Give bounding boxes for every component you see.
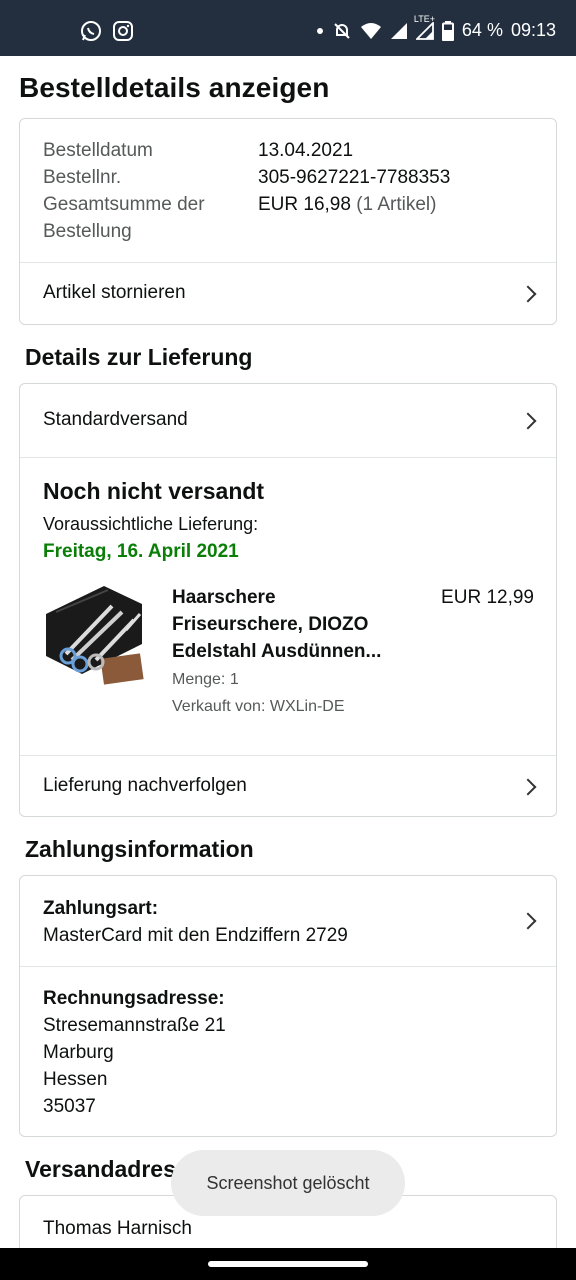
chevron-right-icon — [519, 912, 537, 930]
order-date-label: Bestelldatum — [43, 140, 153, 161]
order-summary-card: Bestelldatum 13.04.2021 Bestellnr. 305-9… — [19, 118, 557, 325]
order-number-value: 305-9627221-7788353 — [258, 167, 451, 188]
billing-address-row: Rechnungsadresse: Stresemannstraße 21 Ma… — [20, 966, 556, 1136]
payment-card: Zahlungsart: MasterCard mit den Endziffe… — [19, 875, 557, 1137]
billing-address-label: Rechnungsadresse: — [43, 988, 225, 1009]
order-number-label: Bestellnr. — [43, 167, 122, 188]
product-title[interactable]: Haarschere Friseurschere, DIOZO Edelstah… — [172, 584, 381, 665]
product-quantity: Menge: 1 — [172, 671, 239, 688]
shipping-method-row[interactable]: Standardversand — [20, 384, 556, 457]
payment-method-value: MasterCard mit den Endziffern 2729 — [43, 925, 348, 946]
shipping-method-label: Standardversand — [43, 409, 188, 430]
battery-icon — [441, 20, 454, 41]
product-image[interactable] — [42, 584, 148, 686]
product-price: EUR 12,99 — [441, 587, 534, 608]
order-details-page[interactable]: Bestelldetails anzeigen Bestelldatum 13.… — [0, 56, 576, 1248]
billing-city: Marburg — [43, 1042, 114, 1063]
payment-method-label: Zahlungsart: — [43, 898, 159, 919]
shipment-row: Noch nicht versandt Voraussichtliche Lie… — [20, 457, 556, 755]
cancel-items-row[interactable]: Artikel stornieren — [20, 262, 556, 324]
dot-icon — [316, 27, 324, 35]
order-info-row: Bestelldatum 13.04.2021 Bestellnr. 305-9… — [20, 119, 556, 262]
order-date-value: 13.04.2021 — [258, 140, 354, 161]
billing-state: Hessen — [43, 1069, 108, 1090]
system-status: LTE+ 64 % 09:13 — [316, 14, 556, 41]
payment-method-row[interactable]: Zahlungsart: MasterCard mit den Endziffe… — [20, 876, 556, 966]
lte-signal-icon: LTE+ — [414, 14, 435, 40]
shipment-status: Noch nicht versandt — [43, 478, 265, 504]
clock: 09:13 — [510, 20, 556, 40]
notification-icons — [80, 20, 134, 42]
payment-section-title: Zahlungsinformation — [25, 836, 254, 862]
delivery-card: Standardversand Noch nicht versandt Vora… — [19, 383, 557, 817]
track-delivery-row[interactable]: Lieferung nachverfolgen — [20, 755, 556, 816]
wifi-icon — [360, 22, 382, 40]
billing-address: Stresemannstraße 21 Marburg Hessen 35037 — [43, 1012, 226, 1120]
cancel-items-label: Artikel stornieren — [43, 282, 186, 303]
status-bar: LTE+ 64 % 09:13 — [0, 0, 576, 56]
delivery-section-title: Details zur Lieferung — [25, 344, 253, 370]
chevron-right-icon — [519, 778, 537, 796]
mute-icon — [332, 21, 352, 41]
shipping-name: Thomas Harnisch — [43, 1218, 192, 1239]
navigation-bar — [0, 1248, 576, 1280]
network-type: LTE+ — [413, 13, 436, 24]
signal-icon — [390, 22, 408, 40]
product-seller: Verkauft von: WXLin-DE — [172, 698, 345, 715]
expected-delivery-label: Voraussichtliche Lieferung: — [43, 514, 259, 534]
order-total-label: Gesamtsumme der Bestellung — [43, 194, 205, 242]
chevron-right-icon — [519, 412, 537, 430]
page-title: Bestelldetails anzeigen — [19, 72, 330, 103]
expected-delivery-date: Freitag, 16. April 2021 — [43, 541, 239, 562]
toast-message: Screenshot gelöscht — [171, 1150, 405, 1216]
billing-street: Stresemannstraße 21 — [43, 1015, 226, 1036]
order-item-count: (1 Artikel) — [356, 194, 437, 215]
battery-percentage: 64 % — [461, 20, 503, 40]
scissors-set-icon — [46, 586, 144, 685]
home-gesture-handle[interactable] — [208, 1261, 368, 1267]
order-total-value: EUR 16,98 (1 Artikel) — [258, 194, 437, 215]
chevron-right-icon — [519, 285, 537, 303]
instagram-icon — [112, 20, 134, 42]
billing-postcode: 35037 — [43, 1096, 96, 1117]
whatsapp-icon — [80, 20, 102, 42]
track-delivery-label: Lieferung nachverfolgen — [43, 775, 247, 796]
